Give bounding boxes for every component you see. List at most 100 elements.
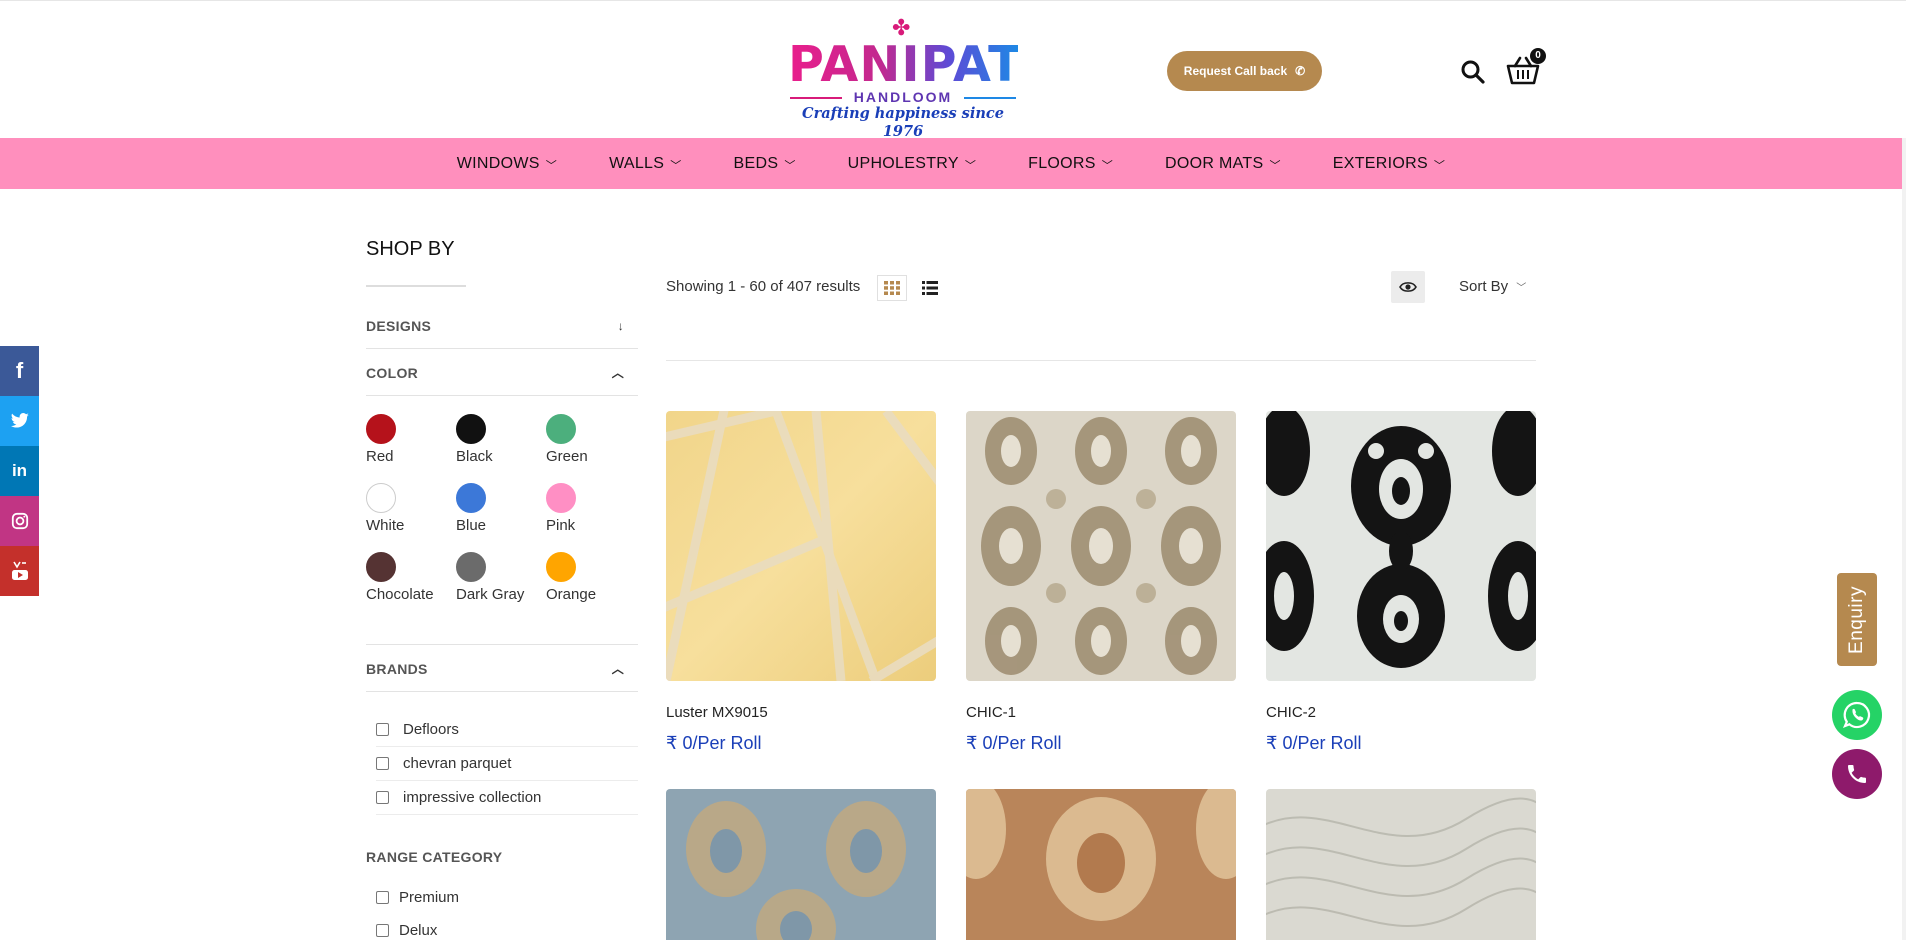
logo-subtitle: HANDLOOM — [788, 89, 1018, 105]
expand-arrow-icon: ↓ — [617, 318, 624, 333]
site-logo[interactable]: ✤ PANIPAT HANDLOOM Crafting happiness si… — [788, 17, 1023, 141]
color-swatch-chocolate[interactable]: Chocolate — [366, 552, 456, 603]
checkbox[interactable] — [376, 791, 389, 804]
call-button[interactable] — [1832, 749, 1882, 799]
nav-item-door-mats[interactable]: DOOR MATS ﹀ — [1165, 155, 1281, 173]
nav-item-beds[interactable]: BEDS ﹀ — [734, 155, 796, 173]
color-dot — [546, 483, 576, 513]
color-label: Blue — [456, 517, 487, 534]
chevron-down-icon: ﹀ — [1101, 159, 1114, 172]
nav-item-walls[interactable]: WALLS ﹀ — [609, 155, 681, 173]
page-scrollbar[interactable] — [1902, 0, 1906, 940]
brand-option-label: Defloors — [403, 721, 459, 738]
nav-item-upholestry[interactable]: UPHOLESTRY ﹀ — [848, 155, 977, 173]
search-icon[interactable] — [1460, 59, 1486, 85]
checkbox[interactable] — [376, 891, 389, 904]
filter-color-label: COLOR — [366, 364, 419, 381]
product-price: ₹ 0/Per Roll — [1266, 733, 1362, 753]
filter-brands-header[interactable]: BRANDS ︿ — [366, 646, 638, 692]
color-swatch-blue[interactable]: Blue — [456, 483, 546, 534]
list-icon — [922, 281, 938, 295]
color-swatch-white[interactable]: White — [366, 483, 456, 534]
product-card[interactable] — [1266, 789, 1536, 940]
chevron-down-icon: ﹀ — [1516, 283, 1527, 294]
logo-tagline: Crafting happiness since 1976 — [802, 105, 1004, 140]
linkedin-icon[interactable]: in — [0, 446, 39, 496]
checkbox[interactable] — [376, 723, 389, 736]
product-image[interactable] — [666, 789, 936, 940]
request-callback-button[interactable]: Request Call back ✆ — [1167, 51, 1322, 91]
nav-item-exteriors[interactable]: EXTERIORS ﹀ — [1333, 155, 1445, 173]
facebook-icon[interactable]: f — [0, 346, 39, 396]
product-name[interactable]: CHIC-2 — [1266, 704, 1536, 721]
filter-brands-label: BRANDS — [366, 660, 428, 677]
nav-item-windows[interactable]: WINDOWS ﹀ — [457, 155, 557, 173]
color-dot — [546, 414, 576, 444]
nav-item-label: WINDOWS — [456, 154, 540, 172]
chevron-up-icon: ︿ — [611, 662, 624, 676]
color-swatch-green[interactable]: Green — [546, 414, 636, 465]
color-swatch-orange[interactable]: Orange — [546, 552, 636, 603]
brand-option[interactable]: Defloors — [376, 713, 638, 747]
range-option[interactable]: Premium — [376, 889, 459, 906]
sidebar-title: SHOP BY — [366, 238, 455, 260]
product-card[interactable] — [966, 789, 1236, 940]
color-swatch-dark-gray[interactable]: Dark Gray — [456, 552, 546, 603]
twitter-icon[interactable] — [0, 396, 39, 446]
youtube-icon[interactable] — [0, 546, 39, 596]
grid-view-button[interactable] — [877, 275, 907, 301]
brand-option-label: impressive collection — [403, 789, 542, 806]
chevron-down-icon: ﹀ — [784, 159, 796, 172]
product-image[interactable] — [966, 411, 1236, 681]
color-label: Black — [456, 448, 493, 465]
instagram-icon[interactable] — [0, 496, 39, 546]
range-option-label: Premium — [399, 889, 460, 906]
filter-designs-label: DESIGNS — [366, 317, 432, 334]
nav-item-floors[interactable]: FLOORS ﹀ — [1028, 155, 1113, 173]
sort-by-dropdown[interactable]: Sort By ﹀ — [1459, 278, 1526, 295]
filter-range-category-label: RANGE CATEGORY — [366, 849, 503, 865]
quick-view-toggle[interactable] — [1391, 271, 1425, 303]
filter-designs-header[interactable]: DESIGNS ↓ — [366, 303, 638, 349]
product-card[interactable]: CHIC-2 ₹ 0/Per Roll — [1266, 411, 1536, 754]
sort-by-label: Sort By — [1459, 278, 1509, 295]
filter-color-header[interactable]: COLOR ︿ — [366, 350, 638, 396]
nav-item-label: DOOR MATS — [1165, 154, 1264, 172]
brand-option[interactable]: chevran parquet — [376, 747, 638, 781]
color-label: Green — [546, 448, 588, 465]
brand-option[interactable]: impressive collection — [376, 781, 638, 815]
results-count: Showing 1 - 60 of 407 results — [666, 278, 861, 295]
divider — [666, 360, 1536, 361]
checkbox[interactable] — [376, 924, 389, 937]
product-name[interactable]: Luster MX9015 — [666, 704, 936, 721]
list-view-button[interactable] — [915, 275, 945, 301]
color-swatch-pink[interactable]: Pink — [546, 483, 636, 534]
color-dot — [366, 414, 396, 444]
grid-icon — [884, 281, 900, 295]
range-option[interactable]: Delux — [376, 922, 437, 939]
site-header: ✤ PANIPAT HANDLOOM Crafting happiness si… — [0, 0, 1906, 141]
checkbox[interactable] — [376, 757, 389, 770]
product-image[interactable] — [1266, 411, 1536, 681]
logo-wordmark: PANIPAT — [788, 36, 1023, 93]
nav-item-label: UPHOLESTRY — [847, 154, 959, 172]
whatsapp-button[interactable] — [1832, 690, 1882, 740]
chevron-down-icon: ﹀ — [1433, 159, 1446, 172]
product-image[interactable] — [966, 789, 1236, 940]
nav-item-label: BEDS — [733, 154, 779, 172]
nav-item-label: FLOORS — [1028, 154, 1096, 172]
divider — [366, 644, 638, 645]
product-card[interactable]: Luster MX9015 ₹ 0/Per Roll — [666, 411, 936, 754]
color-label: Pink — [546, 517, 576, 534]
enquiry-tab[interactable]: Enquiry — [1837, 573, 1877, 666]
color-swatch-red[interactable]: Red — [366, 414, 456, 465]
color-swatch-black[interactable]: Black — [456, 414, 546, 465]
product-card[interactable] — [666, 789, 936, 940]
product-image[interactable] — [666, 411, 936, 681]
product-image[interactable] — [1266, 789, 1536, 940]
product-card[interactable]: CHIC-1 ₹ 0/Per Roll — [966, 411, 1236, 754]
product-name[interactable]: CHIC-1 — [966, 704, 1236, 721]
color-label: White — [366, 517, 405, 534]
chevron-down-icon: ﹀ — [1269, 159, 1281, 172]
color-label: Chocolate — [366, 586, 434, 603]
